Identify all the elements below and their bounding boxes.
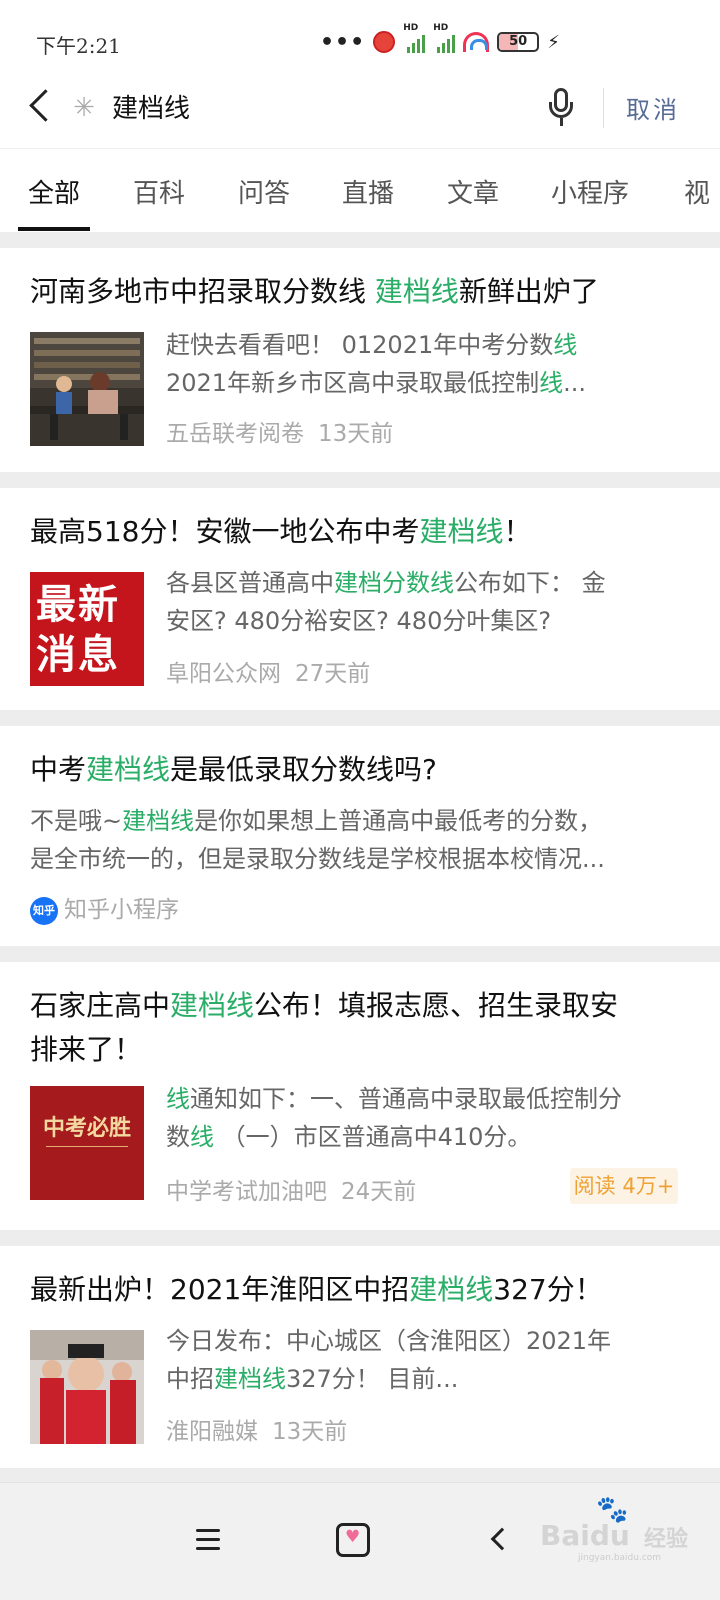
recent-apps-icon[interactable]	[192, 1523, 226, 1557]
back-nav-icon[interactable]	[484, 1523, 518, 1557]
tab-all[interactable]: 全部	[28, 173, 80, 210]
result-snippet: 今日发布：中心城区（含淮阳区）2021年 中招建档线327分！ 目前...	[166, 1327, 612, 1393]
thumbnail-text: 中考必胜	[42, 1116, 131, 1141]
cancel-button[interactable]: 取消	[626, 90, 680, 125]
system-nav-bar: 🐾 Baidu 经验 jingyan.baidu.com	[0, 1482, 720, 1600]
result-meta: 中学考试加油吧 24天前	[166, 1172, 416, 1206]
search-input[interactable]: 建档线	[112, 88, 190, 125]
result-meta: 淮阳融媒 13天前	[166, 1412, 347, 1446]
result-title: 最高518分！安徽一地公布中考建档线！	[30, 515, 532, 548]
battery-icon: 50	[497, 32, 540, 52]
result-snippet: 不是哦~建档线是你如果想上普通高中最低考的分数， 是全市统一的，但是录取分数线是学…	[30, 807, 605, 873]
result-card[interactable]: 石家庄高中建档线公布！填报志愿、招生录取安 排来了！ 中考必胜 线通知如下：一、普…	[0, 962, 720, 1230]
baidu-jingyan-watermark: 🐾 Baidu 经验 jingyan.baidu.com	[540, 1495, 689, 1563]
zhihu-logo-icon: 知乎	[30, 896, 58, 925]
back-button[interactable]	[22, 84, 62, 130]
result-meta: 阜阳公众网 27天前	[166, 654, 370, 688]
search-logo-icon: ✳	[73, 93, 95, 123]
result-card[interactable]: 最新出炉！2021年淮阳区中招建档线327分！ 今日发布：中心城区（含淮阳区）2…	[0, 1246, 720, 1468]
status-icons: ••• HD HD 50 ⚡	[320, 23, 560, 56]
result-title: 河南多地市中招录取分数线 建档线新鲜出炉了	[30, 275, 599, 308]
result-time: 24天前	[341, 1179, 417, 1205]
result-card[interactable]: 中考建档线是最低录取分数线吗? 不是哦~建档线是你如果想上普通高中最低考的分数，…	[0, 726, 720, 946]
alarm-clock-icon	[373, 31, 396, 53]
result-thumbnail	[30, 1330, 144, 1444]
home-icon[interactable]	[336, 1523, 370, 1557]
more-dots-icon: •••	[320, 29, 366, 55]
result-thumbnail: 中考必胜	[30, 1086, 144, 1200]
read-count-badge: 阅读 4万+	[570, 1168, 678, 1204]
signal-icon-1: HD	[403, 23, 426, 53]
status-bar: 下午2:21 ••• HD HD 50 ⚡	[0, 0, 720, 80]
result-meta: 五岳联考阅卷 13天前	[166, 414, 393, 448]
result-title: 最新出炉！2021年淮阳区中招建档线327分！	[30, 1273, 603, 1306]
search-header: ✳ 建档线 取消	[0, 70, 720, 148]
result-thumbnail	[30, 332, 144, 446]
result-title: 中考建档线是最低录取分数线吗?	[30, 753, 437, 786]
microphone-icon[interactable]	[546, 86, 576, 130]
wifi-icon	[463, 32, 490, 52]
active-tab-indicator	[18, 227, 90, 231]
result-time: 13天前	[318, 421, 394, 447]
result-time: 13天前	[272, 1419, 348, 1445]
tab-mini-programs[interactable]: 小程序	[551, 173, 629, 210]
result-meta: 知乎 知乎小程序	[30, 890, 179, 925]
result-source: 中学考试加油吧	[166, 1179, 327, 1205]
signal-hd-label: HD	[433, 23, 449, 33]
battery-level: 50	[509, 34, 528, 49]
result-source: 阜阳公众网	[166, 661, 281, 687]
result-source: 五岳联考阅卷	[166, 421, 304, 447]
tab-qa[interactable]: 问答	[238, 173, 290, 210]
tab-video[interactable]: 视	[684, 173, 710, 210]
result-snippet: 线通知如下：一、普通高中录取最低控制分 数线 （一）市区普通高中410分。	[166, 1085, 622, 1151]
tab-baike[interactable]: 百科	[133, 173, 185, 210]
result-source: 知乎小程序	[64, 897, 179, 923]
result-card[interactable]: 最高518分！安徽一地公布中考建档线！ 最新 消息 各县区普通高中建档分数线公布如…	[0, 488, 720, 710]
result-snippet: 赶快去看看吧！ 012021年中考分数线 2021年新乡市区高中录取最低控制线..…	[166, 331, 586, 397]
category-tabs: 全部 百科 问答 直播 文章 小程序 视	[0, 148, 720, 232]
signal-hd-label: HD	[403, 23, 419, 33]
result-thumbnail: 最新 消息	[30, 572, 144, 686]
result-card[interactable]: 河南多地市中招录取分数线 建档线新鲜出炉了 赶快去看看吧！ 012021年中考分…	[0, 248, 720, 472]
thumbnail-text: 最新 消息	[36, 582, 120, 678]
status-time: 下午2:21	[36, 34, 121, 58]
charging-icon: ⚡	[547, 31, 560, 53]
result-time: 27天前	[295, 661, 371, 687]
result-snippet: 各县区普通高中建档分数线公布如下： 金安区? 480分裕安区? 480分叶集区?	[166, 569, 606, 635]
header-divider	[603, 88, 604, 128]
tab-live[interactable]: 直播	[342, 173, 394, 210]
tab-articles[interactable]: 文章	[447, 173, 499, 210]
result-source: 淮阳融媒	[166, 1419, 258, 1445]
signal-icon-2: HD	[433, 23, 456, 53]
result-title: 石家庄高中建档线公布！填报志愿、招生录取安 排来了！	[30, 989, 619, 1066]
